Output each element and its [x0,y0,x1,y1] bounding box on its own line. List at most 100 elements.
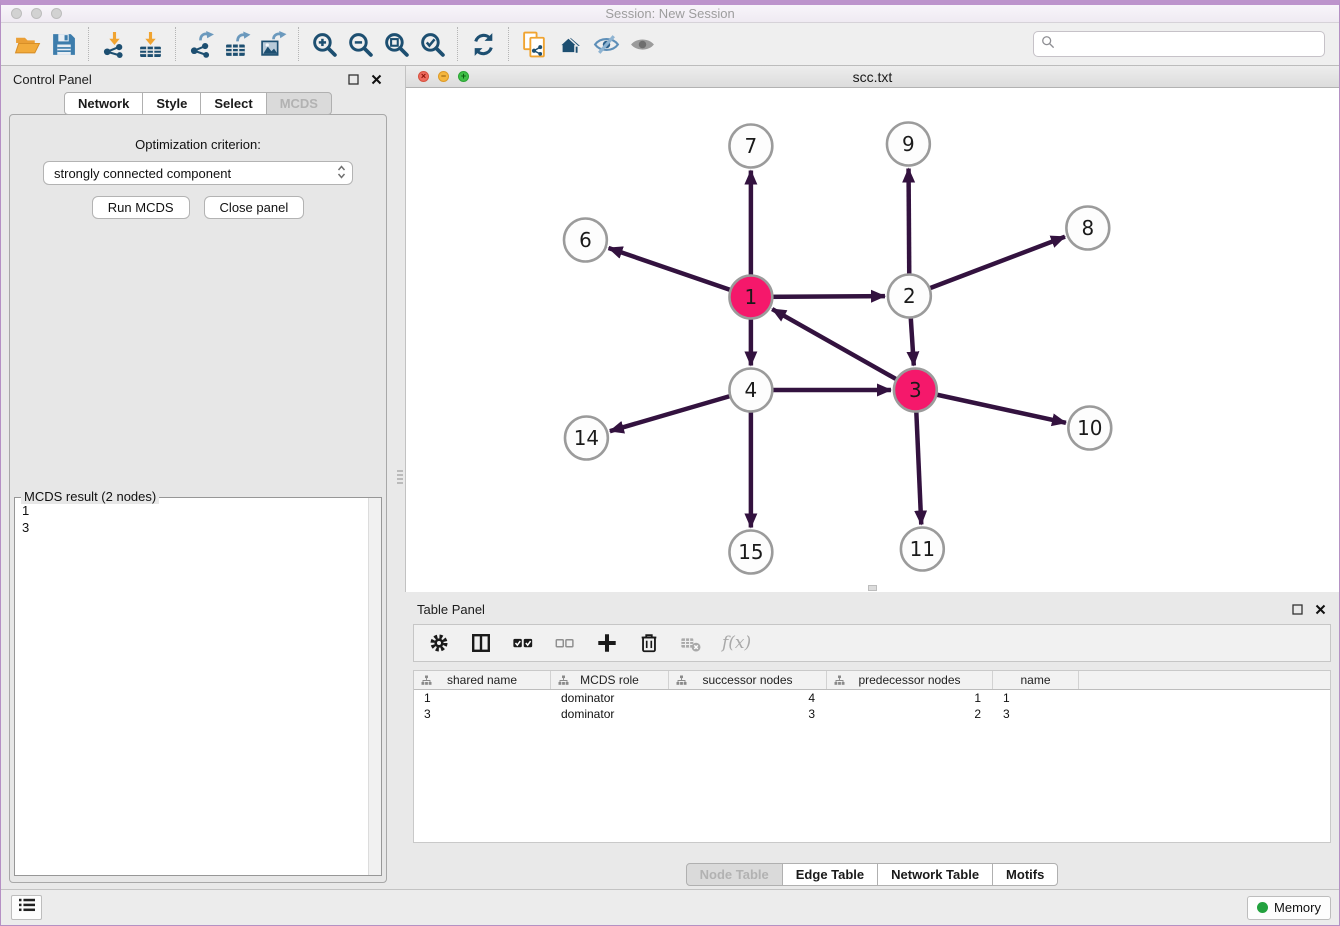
column-header-predecessor-nodes[interactable]: predecessor nodes [827,671,993,689]
graph-node-6[interactable]: 6 [564,219,607,262]
graph-node-9[interactable]: 9 [887,123,930,166]
column-header-shared-name[interactable]: shared name [414,671,551,689]
refresh-button[interactable] [465,26,501,62]
graph-node-7[interactable]: 7 [729,125,772,168]
memory-button[interactable]: Memory [1247,896,1331,920]
zoom-out-button[interactable] [342,26,378,62]
cell-shared-name[interactable]: 1 [414,690,551,706]
network-canvas[interactable]: 1 2 3 4 6 7 8 9 10 11 14 15 [406,88,1339,592]
tab-motifs[interactable]: Motifs [992,863,1058,886]
cell-mcds-role[interactable]: dominator [551,706,669,722]
add-icon-button[interactable] [596,632,618,654]
command-panel-button[interactable] [11,895,42,920]
copy-document-icon [521,31,548,58]
graph-node-8[interactable]: 8 [1066,207,1109,250]
svg-text:3: 3 [909,378,922,402]
search-icon [1041,35,1055,54]
run-mcds-button[interactable]: Run MCDS [92,196,190,219]
graph-node-1[interactable]: 1 [729,276,772,319]
graph-edge-3-10[interactable] [915,390,1066,423]
export-network-button[interactable] [183,26,219,62]
export-image-button[interactable] [255,26,291,62]
toolbar-separator [508,27,509,61]
eye-button[interactable] [624,26,660,62]
tab-network-table[interactable]: Network Table [877,863,993,886]
graph-node-4[interactable]: 4 [729,369,772,412]
table-panel-tabs: Node TableEdge TableNetwork TableMotifs [686,863,1059,886]
table-row[interactable]: 3dominator323 [414,706,1330,722]
cell-successor-nodes[interactable]: 4 [669,690,827,706]
search-input[interactable] [1060,37,1317,52]
zoom-out-icon [347,31,374,58]
column-header-mcds-role[interactable]: MCDS role [551,671,669,689]
delete-table-icon-button [680,632,702,654]
graph-node-3[interactable]: 3 [894,369,937,412]
select-all-icon-button[interactable] [512,632,534,654]
cell-predecessor-nodes[interactable]: 2 [827,706,993,722]
home-button[interactable] [552,26,588,62]
graph-edge-3-1[interactable] [772,309,915,390]
cell-mcds-role[interactable]: dominator [551,690,669,706]
close-table-panel-icon[interactable] [1314,603,1327,616]
float-table-panel-icon[interactable] [1291,603,1304,616]
memory-status-icon [1257,902,1268,913]
split-columns-icon-button[interactable] [470,632,492,654]
float-panel-icon[interactable] [347,73,360,86]
graph-node-15[interactable]: 15 [729,531,772,574]
graph-edge-2-8[interactable] [909,237,1065,296]
eye-icon [629,31,656,58]
close-panel-icon[interactable] [370,73,383,86]
tab-edge-table[interactable]: Edge Table [782,863,878,886]
mcds-result-text[interactable]: 1 3 [17,500,366,873]
window-title: Session: New Session [1,6,1339,21]
open-folder-button[interactable] [9,26,45,62]
tab-style[interactable]: Style [142,92,201,115]
tab-select[interactable]: Select [200,92,266,115]
gear-icon-button[interactable] [428,632,450,654]
close-panel-button[interactable]: Close panel [204,196,305,219]
column-header-name[interactable]: name [993,671,1079,689]
zoom-fit-button[interactable] [378,26,414,62]
tab-mcds[interactable]: MCDS [266,92,332,115]
zoom-selected-button[interactable] [414,26,450,62]
vertical-splitter[interactable] [395,66,405,889]
cell-predecessor-nodes[interactable]: 1 [827,690,993,706]
criterion-select[interactable]: strongly connected component [43,161,353,185]
toolbar-separator [298,27,299,61]
cell-successor-nodes[interactable]: 3 [669,706,827,722]
table-row[interactable]: 1dominator411 [414,690,1330,706]
zoom-in-button[interactable] [306,26,342,62]
home-icon [557,31,584,58]
tab-network[interactable]: Network [64,92,143,115]
svg-text:14: 14 [574,426,599,450]
svg-text:15: 15 [738,540,763,564]
graph-node-2[interactable]: 2 [888,275,931,318]
cell-name[interactable]: 3 [993,706,1079,722]
column-header-successor-nodes[interactable]: successor nodes [669,671,827,689]
sort-tree-icon [676,675,687,689]
graph-node-11[interactable]: 11 [901,528,944,571]
graph-node-10[interactable]: 10 [1068,407,1111,450]
import-network-button[interactable] [96,26,132,62]
table-panel-header: Table Panel [405,596,1339,620]
canvas-resize-grip[interactable] [868,585,877,591]
eye-slash-icon [593,31,620,58]
export-table-button[interactable] [219,26,255,62]
trash-icon-button[interactable] [638,632,660,654]
cell-name[interactable]: 1 [993,690,1079,706]
network-window-titlebar: × − + scc.txt [406,66,1339,88]
graph-node-14[interactable]: 14 [565,417,608,460]
memory-label: Memory [1274,900,1321,915]
deselect-all-icon-button[interactable] [554,632,576,654]
svg-text:2: 2 [903,284,916,308]
search-box[interactable] [1033,31,1325,57]
tab-node-table[interactable]: Node Table [686,863,783,886]
save-session-button[interactable] [45,26,81,62]
import-table-button[interactable] [132,26,168,62]
copy-document-button[interactable] [516,26,552,62]
application-window: Session: New Session Control Panel [0,0,1340,926]
control-panel-title: Control Panel [13,72,92,87]
cell-shared-name[interactable]: 3 [414,706,551,722]
result-scrollbar[interactable] [368,498,381,875]
eye-slash-button[interactable] [588,26,624,62]
